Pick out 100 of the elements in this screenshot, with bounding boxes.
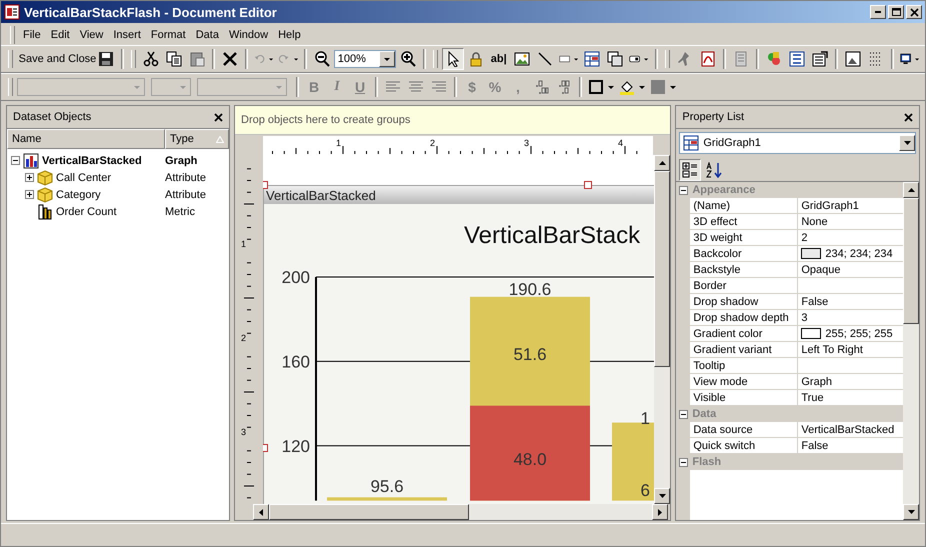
close-button[interactable] bbox=[904, 112, 913, 122]
zoom-combo[interactable]: 100% bbox=[334, 50, 396, 68]
tree-item[interactable]: VerticalBarStacked bbox=[42, 154, 142, 166]
collapse-toggle[interactable] bbox=[679, 186, 688, 194]
dropdown-button[interactable] bbox=[899, 135, 915, 151]
scroll-down-button[interactable] bbox=[903, 504, 919, 520]
caret-icon bbox=[914, 58, 919, 60]
menu-item[interactable]: Edit bbox=[46, 28, 75, 42]
maximize-button[interactable] bbox=[888, 5, 904, 19]
axis-tick-label: 200 bbox=[282, 268, 310, 287]
arrow-up-icon bbox=[658, 161, 666, 165]
column-header[interactable]: Type bbox=[165, 129, 229, 149]
menu-item[interactable]: View bbox=[74, 28, 108, 42]
component-title: VerticalBarStacked bbox=[264, 186, 654, 204]
list-icon bbox=[788, 51, 805, 67]
scroll-right-button[interactable] bbox=[652, 504, 668, 520]
decimal-decrease-icon bbox=[556, 79, 572, 95]
scrollbar-thumb[interactable] bbox=[269, 504, 469, 520]
property-value[interactable]: None bbox=[801, 216, 828, 228]
scroll-down-button[interactable] bbox=[654, 488, 670, 504]
scrollbar-thumb[interactable] bbox=[903, 198, 919, 324]
property-value[interactable]: GridGraph1 bbox=[801, 200, 859, 212]
paint-bucket-icon bbox=[619, 79, 635, 95]
text-tool-button[interactable]: ab| bbox=[488, 48, 510, 70]
delete-icon bbox=[222, 51, 238, 67]
sort-arrow-icon bbox=[216, 136, 224, 142]
collapse-toggle[interactable] bbox=[11, 156, 20, 165]
pointer-button[interactable] bbox=[442, 48, 464, 70]
property-value[interactable]: Graph bbox=[801, 376, 832, 388]
scroll-up-button[interactable] bbox=[903, 182, 919, 198]
categorized-button[interactable] bbox=[679, 159, 702, 181]
collapse-toggle[interactable] bbox=[679, 410, 688, 418]
property-category: Flash bbox=[692, 456, 722, 468]
scrollbar-thumb[interactable] bbox=[654, 171, 670, 367]
tree-item[interactable]: Call Center bbox=[56, 172, 112, 184]
data-label: 48.0 bbox=[513, 450, 547, 469]
picture-icon bbox=[844, 51, 861, 67]
page-icon bbox=[732, 51, 749, 67]
ruler-number: 2 bbox=[241, 333, 246, 343]
property-name: Tooltip bbox=[690, 358, 798, 373]
properties-icon bbox=[812, 51, 828, 67]
scroll-left-button[interactable] bbox=[253, 504, 269, 520]
property-name: Backcolor bbox=[690, 246, 798, 261]
vertical-scrollbar[interactable] bbox=[654, 155, 670, 504]
caret-icon bbox=[384, 58, 390, 60]
data-label: 51.6 bbox=[513, 345, 547, 364]
close-icon bbox=[904, 112, 913, 122]
sort-descending-icon bbox=[706, 162, 722, 178]
panel-title: Dataset Objects bbox=[13, 111, 92, 123]
caret-icon bbox=[180, 86, 186, 88]
menu-item[interactable]: Data bbox=[190, 28, 224, 42]
group-drop-hint: Drop objects here to create groups bbox=[235, 106, 670, 135]
tree-item-type: Attribute bbox=[165, 188, 206, 200]
property-value[interactable]: 3 bbox=[801, 312, 808, 324]
dropdown-button[interactable] bbox=[378, 51, 395, 67]
chart-title: VerticalBarStack bbox=[464, 222, 640, 249]
menu-item[interactable]: Insert bbox=[108, 28, 146, 42]
close-button[interactable] bbox=[214, 112, 223, 122]
caret-icon bbox=[639, 86, 645, 88]
property-value[interactable]: 255; 255; 255 bbox=[825, 328, 893, 340]
menu-item[interactable]: File bbox=[18, 28, 46, 42]
horizontal-scrollbar[interactable] bbox=[253, 504, 668, 520]
menu-item[interactable]: Help bbox=[273, 28, 306, 42]
property-value[interactable]: 2 bbox=[801, 232, 808, 244]
selection-handle[interactable] bbox=[584, 181, 592, 189]
expand-toggle[interactable] bbox=[25, 173, 34, 182]
expand-toggle[interactable] bbox=[25, 190, 34, 199]
property-value[interactable]: 234; 234; 234 bbox=[825, 248, 893, 260]
property-name: (Name) bbox=[690, 198, 798, 213]
property-name: 3D effect bbox=[690, 214, 798, 229]
property-value[interactable]: Opaque bbox=[801, 264, 841, 276]
property-value[interactable]: Left To Right bbox=[801, 344, 863, 356]
property-value[interactable]: False bbox=[801, 440, 828, 452]
collapse-toggle[interactable] bbox=[679, 458, 688, 466]
scissors-icon bbox=[142, 51, 159, 67]
panel-title: Property List bbox=[682, 111, 744, 123]
column-header[interactable]: Name bbox=[7, 129, 165, 149]
tree-item[interactable]: Category bbox=[56, 188, 101, 200]
close-icon bbox=[214, 112, 223, 122]
square-outline-icon bbox=[588, 79, 604, 95]
property-name: Visible bbox=[690, 390, 798, 405]
color-square-icon bbox=[650, 79, 666, 95]
save-and-close-button[interactable]: Save and Close bbox=[17, 48, 94, 70]
caret-icon bbox=[134, 86, 140, 88]
property-name: View mode bbox=[690, 374, 798, 389]
arrow-up-icon bbox=[908, 188, 914, 192]
menu-item[interactable]: Format bbox=[146, 28, 191, 42]
property-value[interactable]: False bbox=[801, 296, 828, 308]
vertical-scrollbar[interactable] bbox=[903, 182, 919, 520]
image-icon bbox=[514, 51, 530, 67]
menu-item[interactable]: Window bbox=[224, 28, 274, 42]
tree-item[interactable]: Order Count bbox=[56, 206, 117, 218]
minimize-button[interactable] bbox=[870, 5, 886, 19]
property-value[interactable]: VerticalBarStacked bbox=[801, 424, 894, 436]
property-category: Data bbox=[692, 408, 716, 420]
scroll-up-button[interactable] bbox=[654, 155, 670, 171]
tree-item-type: Metric bbox=[165, 206, 195, 218]
object-dropdown[interactable]: GridGraph1 bbox=[679, 132, 916, 154]
zoom-out-icon bbox=[314, 51, 330, 67]
property-value[interactable]: True bbox=[801, 392, 824, 404]
